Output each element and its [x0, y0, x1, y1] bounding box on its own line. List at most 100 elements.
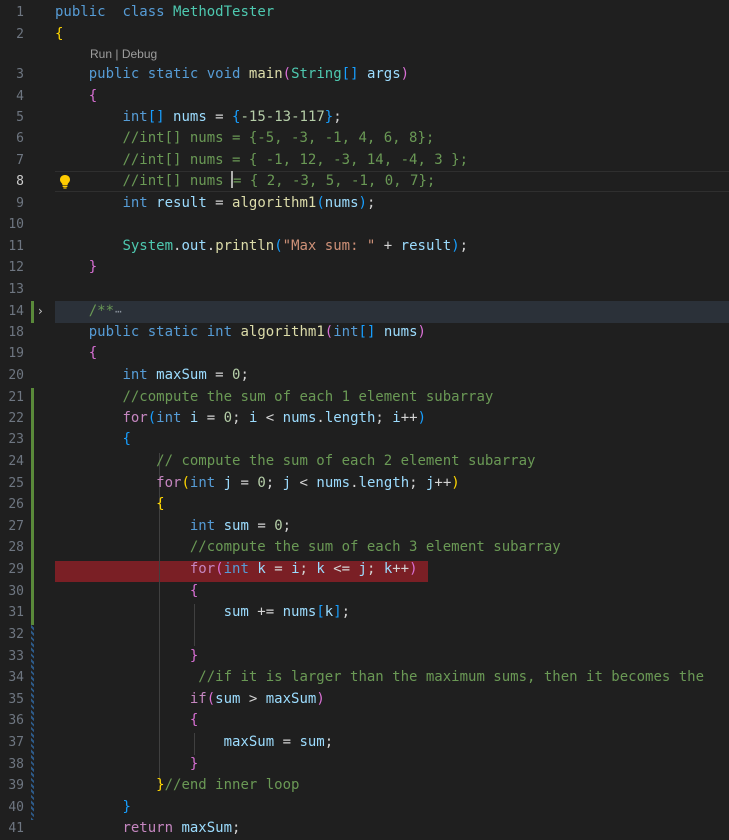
- line-number[interactable]: 38: [0, 754, 24, 775]
- code-text[interactable]: int maxSum = 0;: [55, 365, 248, 386]
- code-line[interactable]: 20 int maxSum = 0;: [0, 365, 729, 386]
- code-text[interactable]: maxSum = sum;: [55, 732, 334, 753]
- code-line[interactable]: 37 maxSum = sum;: [0, 732, 729, 753]
- code-line[interactable]: 10: [0, 214, 729, 235]
- line-number[interactable]: 29: [0, 559, 24, 580]
- code-text[interactable]: //if it is larger than the maximum sums,…: [55, 667, 704, 688]
- code-line[interactable]: 21 //compute the sum of each 1 element s…: [0, 387, 729, 408]
- code-text[interactable]: public class MethodTester: [55, 2, 274, 23]
- line-number[interactable]: 12: [0, 257, 24, 278]
- line-number[interactable]: 2: [0, 24, 24, 45]
- code-editor[interactable]: Run | Debug › 1 public class MethodTester…: [0, 0, 729, 840]
- code-line[interactable]: 29 for(int k = i; k <= j; k++): [0, 559, 729, 580]
- code-text[interactable]: for(int k = i; k <= j; k++): [55, 559, 418, 580]
- line-number[interactable]: 7: [0, 150, 24, 171]
- line-number[interactable]: 37: [0, 732, 24, 753]
- line-number[interactable]: 13: [0, 279, 24, 300]
- line-number[interactable]: 24: [0, 451, 24, 472]
- code-text[interactable]: int[] nums = {-15-13-117};: [55, 107, 341, 128]
- code-text[interactable]: }: [55, 754, 198, 775]
- code-text[interactable]: //int[] nums = {-5, -3, -1, 4, 6, 8};: [55, 128, 434, 149]
- code-line[interactable]: 27 int sum = 0;: [0, 516, 729, 537]
- code-line[interactable]: 34 //if it is larger than the maximum su…: [0, 667, 729, 688]
- code-line[interactable]: 12 }: [0, 257, 729, 278]
- code-line[interactable]: 18 public static int algorithm1(int[] nu…: [0, 322, 729, 343]
- code-line[interactable]: 5 int[] nums = {-15-13-117};: [0, 107, 729, 128]
- line-number[interactable]: 30: [0, 581, 24, 602]
- line-number[interactable]: 10: [0, 214, 24, 235]
- line-number[interactable]: 19: [0, 343, 24, 364]
- code-line[interactable]: 4 {: [0, 86, 729, 107]
- line-number[interactable]: 5: [0, 107, 24, 128]
- code-line[interactable]: 3 public static void main(String[] args): [0, 64, 729, 85]
- code-text[interactable]: //int[] nums = { -1, 12, -3, 14, -4, 3 }…: [55, 150, 468, 171]
- code-text[interactable]: if(sum > maxSum): [55, 689, 325, 710]
- code-line[interactable]: 30 {: [0, 581, 729, 602]
- code-text[interactable]: }: [55, 797, 130, 818]
- code-text[interactable]: for(int j = 0; j < nums.length; j++): [55, 473, 460, 494]
- line-number[interactable]: 11: [0, 236, 24, 257]
- code-line[interactable]: 31 sum += nums[k];: [0, 602, 729, 623]
- code-text[interactable]: //compute the sum of each 3 element suba…: [55, 537, 561, 558]
- code-text[interactable]: /**⋯: [55, 301, 122, 322]
- line-number[interactable]: 33: [0, 646, 24, 667]
- code-text[interactable]: {: [55, 86, 97, 107]
- line-number[interactable]: 18: [0, 322, 24, 343]
- code-text[interactable]: //compute the sum of each 1 element suba…: [55, 387, 493, 408]
- code-text[interactable]: {: [55, 24, 63, 45]
- code-line[interactable]: 9 int result = algorithm1(nums);: [0, 193, 729, 214]
- line-number[interactable]: 36: [0, 710, 24, 731]
- code-text[interactable]: }: [55, 257, 97, 278]
- code-line[interactable]: 26 {: [0, 494, 729, 515]
- line-number[interactable]: 31: [0, 602, 24, 623]
- code-line[interactable]: 11 System.out.println("Max sum: " + resu…: [0, 236, 729, 257]
- line-number[interactable]: 34: [0, 667, 24, 688]
- code-line[interactable]: 33 }: [0, 646, 729, 667]
- code-line[interactable]: 19 {: [0, 343, 729, 364]
- code-line[interactable]: 35 if(sum > maxSum): [0, 689, 729, 710]
- line-number[interactable]: 25: [0, 473, 24, 494]
- line-number[interactable]: 23: [0, 429, 24, 450]
- code-text[interactable]: public static void main(String[] args): [55, 64, 409, 85]
- code-text[interactable]: for(int i = 0; i < nums.length; i++): [55, 408, 426, 429]
- code-line[interactable]: 6 //int[] nums = {-5, -3, -1, 4, 6, 8};: [0, 128, 729, 149]
- line-number[interactable]: 40: [0, 797, 24, 818]
- line-number[interactable]: 32: [0, 624, 24, 645]
- line-number[interactable]: 14: [0, 301, 24, 322]
- code-text[interactable]: {: [55, 710, 198, 731]
- code-line[interactable]: 23 {: [0, 429, 729, 450]
- code-line[interactable]: 24 // compute the sum of each 2 element …: [0, 451, 729, 472]
- code-text[interactable]: int sum = 0;: [55, 516, 291, 537]
- code-text[interactable]: // compute the sum of each 2 element sub…: [55, 451, 535, 472]
- code-line[interactable]: 13: [0, 279, 729, 300]
- code-line[interactable]: 28 //compute the sum of each 3 element s…: [0, 537, 729, 558]
- code-text[interactable]: }: [55, 646, 198, 667]
- code-text[interactable]: //int[] nums = { 2, -3, 5, -1, 0, 7};: [55, 171, 435, 192]
- code-text[interactable]: {: [55, 581, 198, 602]
- code-text[interactable]: System.out.println("Max sum: " + result)…: [55, 236, 468, 257]
- line-number[interactable]: 6: [0, 128, 24, 149]
- code-line[interactable]: 40 }: [0, 797, 729, 818]
- code-text[interactable]: int result = algorithm1(nums);: [55, 193, 375, 214]
- code-line[interactable]: 38 }: [0, 754, 729, 775]
- code-line[interactable]: 1 public class MethodTester: [0, 2, 729, 23]
- code-text[interactable]: sum += nums[k];: [55, 602, 350, 623]
- line-number[interactable]: 39: [0, 775, 24, 796]
- run-codelens[interactable]: Run: [90, 47, 112, 61]
- debug-codelens[interactable]: Debug: [122, 47, 157, 61]
- line-number[interactable]: 9: [0, 193, 24, 214]
- code-line[interactable]: 14 /**⋯: [0, 301, 729, 322]
- code-line[interactable]: 41 return maxSum;: [0, 818, 729, 839]
- code-text[interactable]: {: [55, 429, 130, 450]
- line-number[interactable]: 1: [0, 2, 24, 23]
- line-number[interactable]: 3: [0, 64, 24, 85]
- line-number[interactable]: 20: [0, 365, 24, 386]
- code-line[interactable]: 25 for(int j = 0; j < nums.length; j++): [0, 473, 729, 494]
- code-line[interactable]: 32: [0, 624, 729, 645]
- line-number[interactable]: 27: [0, 516, 24, 537]
- line-number[interactable]: 21: [0, 387, 24, 408]
- code-text[interactable]: {: [55, 494, 164, 515]
- code-line[interactable]: 8 //int[] nums = { 2, -3, 5, -1, 0, 7};: [0, 171, 729, 192]
- code-text[interactable]: public static int algorithm1(int[] nums): [55, 322, 426, 343]
- code-text[interactable]: return maxSum;: [55, 818, 240, 839]
